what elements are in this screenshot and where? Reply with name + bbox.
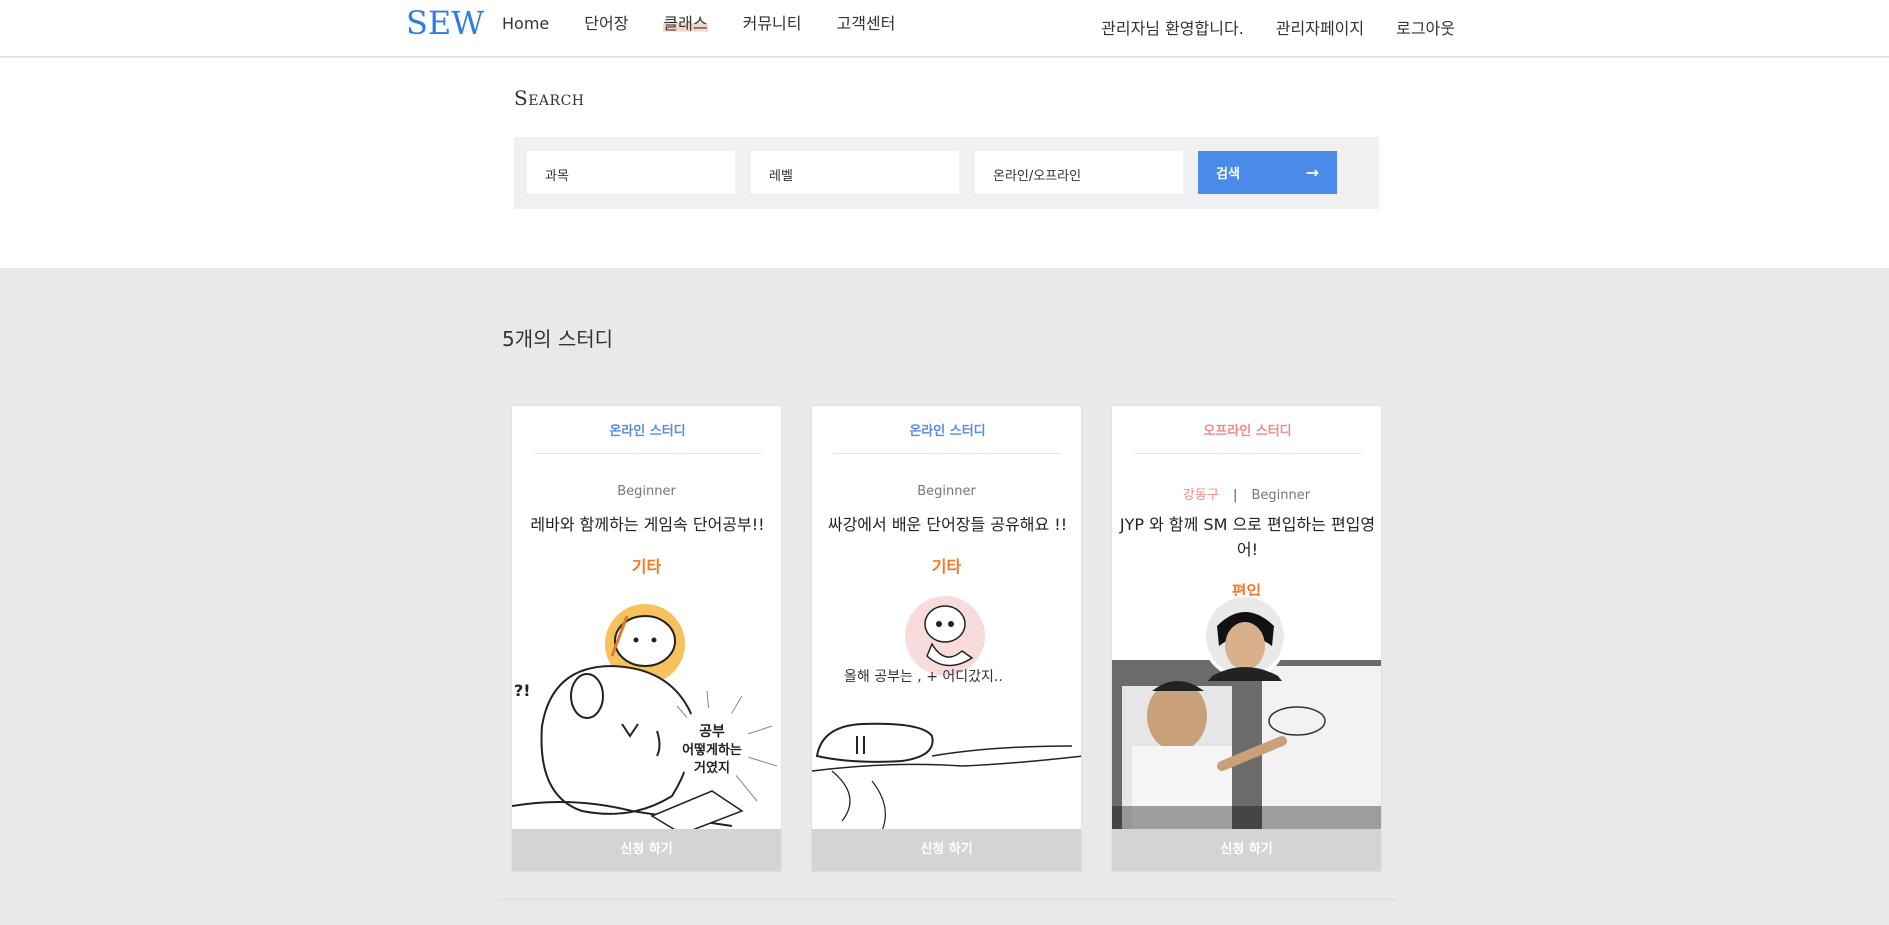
apply-button[interactable]: 신청 하기: [512, 829, 781, 871]
search-section: Search 과목 레벨 온라인/오프라인 검색 →: [0, 58, 1889, 268]
svg-text:공부: 공부: [699, 724, 725, 740]
logo[interactable]: SEW: [406, 4, 484, 42]
card-level: Beginner: [617, 484, 676, 499]
card-image: 공부 어떻게하는 거였지 ?!: [512, 596, 781, 835]
search-title: Search: [514, 86, 585, 110]
card-type: 오프라인 스터디: [1134, 420, 1361, 454]
card-level-value: Beginner: [1251, 488, 1311, 503]
card-image: 올해 공부는 , + 어디갔지..: [812, 596, 1081, 834]
nav-support[interactable]: 고객센터: [836, 13, 895, 35]
top-navbar: SEW Home 단어장 클래스 커뮤니티 고객센터 관리자님 환영합니다. 관…: [0, 0, 1889, 57]
subject-select[interactable]: 과목: [527, 151, 735, 194]
search-button-label: 검색: [1216, 167, 1240, 182]
apply-button[interactable]: 신청 하기: [1112, 829, 1381, 871]
card-separator: |: [1232, 488, 1238, 503]
card-category: 기타: [631, 557, 662, 576]
svg-text:어떻게하는: 어떻게하는: [682, 742, 742, 758]
svg-text:?!: ?!: [514, 681, 531, 700]
card-image-caption: 올해 공부는 , + 어디갔지..: [844, 669, 1003, 685]
arrow-right-icon: →: [1305, 163, 1319, 182]
result-count: 5개의 스터디: [502, 327, 614, 351]
admin-page-link[interactable]: 관리자페이지: [1276, 15, 1364, 39]
card-district: 강동구: [1182, 488, 1219, 503]
card-type: 온라인 스터디: [834, 420, 1061, 454]
apply-button[interactable]: 신청 하기: [812, 829, 1081, 871]
card-image: [1112, 593, 1381, 834]
card-title: 레바와 함께하는 게임속 단어공부!!: [530, 515, 765, 534]
card-level: Beginner: [917, 484, 976, 499]
search-button[interactable]: 검색 →: [1198, 151, 1337, 194]
welcome-text: 관리자님 환영합니다.: [1101, 19, 1244, 38]
nav-home[interactable]: Home: [502, 13, 549, 35]
user-nav: 관리자님 환영합니다. 관리자페이지 로그아웃: [1069, 15, 1455, 39]
main-nav: Home 단어장 클래스 커뮤니티 고객센터: [502, 13, 930, 35]
card-level: 강동구 | Beginner: [1112, 484, 1381, 503]
nav-wordbook[interactable]: 단어장: [584, 13, 628, 35]
card-title: 싸강에서 배운 단어장들 공유해요 !!: [827, 515, 1068, 534]
svg-text:거였지: 거였지: [694, 760, 730, 776]
study-card[interactable]: 오프라인 스터디 강동구 | Beginner JYP 와 함께 SM 으로 편…: [1111, 405, 1382, 872]
mode-select[interactable]: 온라인/오프라인: [975, 151, 1183, 194]
card-title: JYP 와 함께 SM 으로 편입하는 편입영어!: [1119, 515, 1376, 559]
card-category: 기타: [931, 557, 962, 576]
section-divider: [497, 899, 1397, 900]
nav-class[interactable]: 클래스: [663, 13, 708, 35]
level-select[interactable]: 레벨: [751, 151, 959, 194]
study-card[interactable]: 온라인 스터디 Beginner 레바와 함께하는 게임속 단어공부!! 기타 …: [511, 405, 782, 872]
study-card[interactable]: 온라인 스터디 Beginner 싸강에서 배운 단어장들 공유해요 !! 기타…: [811, 405, 1082, 872]
search-bar: 과목 레벨 온라인/오프라인 검색 →: [514, 137, 1379, 209]
logout-link[interactable]: 로그아웃: [1396, 15, 1455, 39]
card-type: 온라인 스터디: [534, 420, 761, 454]
nav-community[interactable]: 커뮤니티: [743, 13, 802, 35]
